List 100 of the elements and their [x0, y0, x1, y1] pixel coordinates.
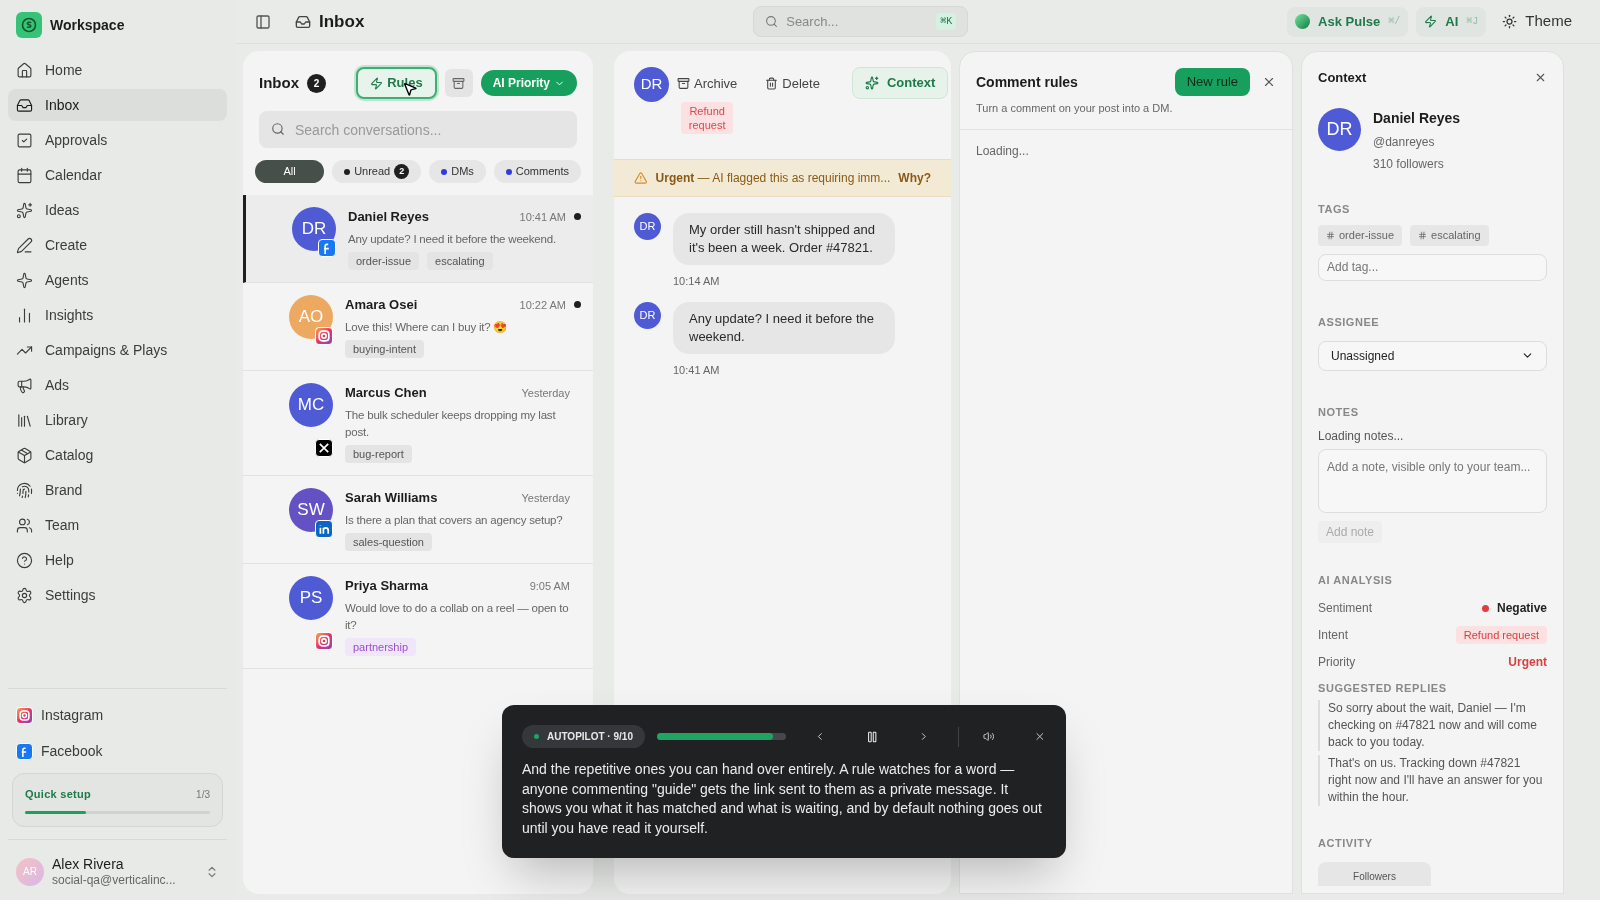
inbox-heading: Inbox — [259, 72, 299, 93]
message-time: 10:41 AM — [673, 362, 721, 378]
sparkles-icon — [864, 76, 879, 90]
quick-setup-label: Quick setup — [25, 787, 91, 802]
contact-avatar: DR — [1318, 107, 1361, 151]
context-button[interactable]: Context — [851, 67, 949, 99]
panel-title: Comment rules — [976, 72, 1079, 92]
filter-chip[interactable]: Unread 2 — [332, 160, 422, 183]
filter-chip[interactable]: DMs — [429, 160, 486, 183]
archive-icon — [677, 77, 690, 91]
sidebar-item[interactable]: Create — [8, 229, 227, 261]
tag-chip: buying-intent — [345, 339, 424, 358]
workspace-name: Workspace — [50, 15, 125, 35]
why-link[interactable]: Why? — [898, 169, 931, 187]
loading-text: Loading... — [975, 142, 1030, 160]
sidebar-item[interactable]: Calendar — [8, 159, 227, 191]
alert-text: Urgent — AI flagged this as requiring imm... — [655, 170, 891, 187]
conversation-row[interactable]: MC Marcus Chen Yesterday The bulk scheduler keeps dropping my last post. bug-report — [243, 371, 593, 476]
analysis-label: Sentiment — [1318, 600, 1373, 617]
new-rule-button[interactable]: New rule — [1174, 68, 1250, 96]
activity-tab[interactable]: Followers — [1318, 862, 1431, 886]
sidebar-item[interactable]: Inbox — [8, 89, 227, 121]
sidebar-item[interactable]: Agents — [8, 264, 227, 296]
sidebar-item[interactable]: Catalog — [8, 439, 227, 471]
checkbox-icon — [16, 131, 33, 149]
account-link[interactable]: Instagram — [8, 701, 227, 729]
tag-input-field[interactable]: Add tag... — [1318, 253, 1547, 281]
contact-avatar: MC — [289, 383, 333, 427]
panel-subtitle: Turn a comment on your post into a DM. — [976, 101, 1174, 116]
header-button[interactable]: AI ⌘J — [1416, 6, 1487, 37]
message-time: 10:22 AM — [519, 297, 566, 313]
contact-name: Daniel Reyes — [1373, 108, 1461, 128]
conversation-row[interactable]: PS Priya Sharma 9:05 AM Would love to do a collab on a reel — open to it? partnership — [243, 564, 593, 669]
contact-name: Sarah Williams — [345, 489, 439, 507]
note-field[interactable]: Add a note, visible only to your team... — [1318, 448, 1547, 513]
sidebar-item[interactable]: Approvals — [8, 124, 227, 156]
sidebar-item[interactable]: Help — [8, 544, 227, 576]
sidebar-item[interactable]: Ideas — [8, 194, 227, 226]
facebook-icon — [318, 239, 336, 257]
sidebar-item[interactable]: Settings — [8, 579, 227, 611]
sidebar-item[interactable]: Insights — [8, 299, 227, 331]
sidebar-item[interactable]: Ads — [8, 369, 227, 401]
account-link[interactable]: Facebook — [8, 737, 227, 765]
tag-chip[interactable]: escalating — [1410, 225, 1489, 246]
header-button[interactable]: Theme — [1494, 6, 1580, 37]
inbox-icon — [16, 96, 33, 114]
filter-chip[interactable]: All — [255, 160, 325, 183]
message-preview: Love this! Where can I buy it? 😍 — [345, 319, 509, 335]
sentiment-value: Negative — [1481, 599, 1547, 617]
sidebar-toggle-icon[interactable] — [255, 13, 271, 30]
message-time: Yesterday — [521, 385, 570, 401]
sidebar-item[interactable]: Library — [8, 404, 227, 436]
linkedin-icon — [315, 520, 333, 538]
conversation-search-field[interactable]: Search conversations... — [259, 111, 577, 148]
tag-chip: escalating — [427, 251, 493, 270]
filter-chip[interactable]: Comments — [493, 160, 581, 183]
delete-button[interactable]: Delete — [765, 74, 820, 94]
status-badge: Refund request — [681, 101, 734, 134]
message-time: 9:05 AM — [529, 578, 570, 594]
archive-icon — [452, 76, 466, 90]
archive-button[interactable]: Archive — [677, 74, 738, 94]
home-icon — [16, 61, 33, 79]
user-email: social-qa@verticalinc... — [52, 873, 177, 888]
quick-setup-count: 1/3 — [196, 787, 210, 802]
volume-icon[interactable] — [982, 729, 995, 744]
priority-value: Urgent — [1508, 654, 1547, 671]
search-icon — [765, 15, 779, 28]
tag-chip[interactable]: order-issue — [1318, 225, 1403, 246]
contact-avatar: DR — [292, 207, 336, 251]
conversation-row[interactable]: SW Sarah Williams Yesterday Is there a plan that covers an agency setup? sales-question — [243, 476, 593, 564]
assignee-select[interactable]: Unassigned — [1318, 340, 1547, 371]
sidebar-item[interactable]: Brand — [8, 474, 227, 506]
fingerprint-icon — [16, 481, 33, 499]
quick-setup-card[interactable]: Quick setup 1/3 — [12, 773, 223, 827]
conversation-row[interactable]: DR Daniel Reyes 10:41 AM Any update? I need it before the weekend. order-issue escalating — [243, 195, 593, 283]
archive-button[interactable] — [444, 69, 473, 97]
lightning-icon — [370, 76, 384, 90]
sidebar-item[interactable]: Home — [8, 54, 227, 86]
section-heading: ACTIVITY — [1318, 837, 1373, 849]
tag-chip: sales-question — [345, 532, 432, 551]
sun-icon — [1502, 14, 1518, 29]
intent-badge: Refund request — [1455, 625, 1547, 645]
header-button[interactable]: Ask Pulse ⌘/ — [1287, 6, 1409, 37]
sidebar-item[interactable]: Campaigns & Plays — [8, 334, 227, 366]
contact-name: Daniel Reyes — [348, 208, 430, 226]
suggested-reply[interactable]: So sorry about the wait, Daniel — I'm checking on #47821 now and will come back to you today. — [1318, 700, 1547, 751]
settings-icon — [16, 586, 33, 604]
message-preview: Any update? I need it before the weekend. — [348, 231, 557, 247]
contact-avatar: DR — [634, 213, 661, 240]
trash-icon — [765, 77, 779, 91]
conversation-row[interactable]: AO Amara Osei 10:22 AM Love this! Where can I buy it? 😍 buying-intent — [243, 283, 593, 371]
section-heading: AI ANALYSIS — [1318, 573, 1393, 586]
sidebar-item[interactable]: Team — [8, 509, 227, 541]
x-logo-icon — [315, 439, 333, 457]
sparkle-icon — [16, 271, 33, 289]
contact-avatar: PS — [289, 576, 333, 620]
package-icon — [16, 446, 33, 464]
calendar-icon — [16, 166, 33, 184]
suggested-reply[interactable]: That's on us. Tracking down #47821 right now and I'll have an answer for you within the hour. — [1318, 755, 1547, 806]
close-icon[interactable] — [1262, 75, 1276, 89]
